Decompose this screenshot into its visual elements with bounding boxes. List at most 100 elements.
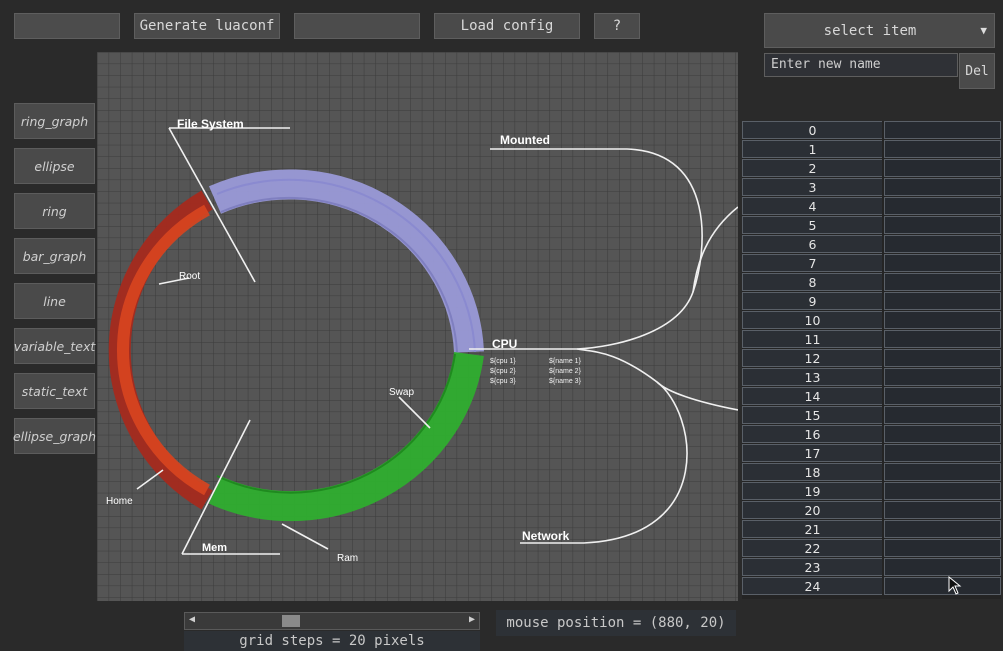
cpu-line-1: ${cpu 1} — [490, 358, 516, 365]
table-row-value[interactable] — [884, 425, 1001, 443]
table-row[interactable]: 16 — [742, 425, 1001, 444]
table-row-index: 21 — [742, 520, 882, 538]
canvas-scrollbar[interactable]: ◀ ▶ — [184, 612, 480, 630]
table-row-index: 20 — [742, 501, 882, 519]
bar-graph-button[interactable]: bar_graph — [14, 238, 95, 274]
table-row[interactable]: 10 — [742, 311, 1001, 330]
ring-graph-button[interactable]: ring_graph — [14, 103, 95, 139]
table-row-value[interactable] — [884, 178, 1001, 196]
mouse-position-label: mouse position = (880, 20) — [496, 610, 736, 636]
table-row-value[interactable] — [884, 577, 1001, 595]
net-line-1: ${name 1} — [549, 358, 582, 365]
cpu-line-2: ${cpu 2} — [490, 368, 516, 375]
table-row[interactable]: 9 — [742, 292, 1001, 311]
new-name-placeholder: Enter new name — [771, 57, 881, 72]
table-row-value[interactable] — [884, 501, 1001, 519]
scroll-right-icon[interactable]: ▶ — [469, 614, 475, 625]
table-row[interactable]: 23 — [742, 558, 1001, 577]
table-row[interactable]: 8 — [742, 273, 1001, 292]
label-mem: Mem — [202, 542, 227, 554]
static-text-button[interactable]: static_text — [14, 373, 95, 409]
table-row[interactable]: 24 — [742, 577, 1001, 596]
table-row[interactable]: 14 — [742, 387, 1001, 406]
table-row-index: 23 — [742, 558, 882, 576]
item-select-dropdown[interactable]: select item ▼ — [764, 13, 995, 48]
table-row-value[interactable] — [884, 140, 1001, 158]
grid-steps-label: grid steps = 20 pixels — [184, 631, 480, 651]
table-row[interactable]: 13 — [742, 368, 1001, 387]
table-row[interactable]: 12 — [742, 349, 1001, 368]
line-button[interactable]: line — [14, 283, 95, 319]
ring-button[interactable]: ring — [14, 193, 95, 229]
config-name-input[interactable] — [14, 13, 120, 39]
delete-button[interactable]: Del — [959, 53, 995, 89]
label-mounted: Mounted — [500, 133, 550, 147]
config-path-input[interactable] — [294, 13, 420, 39]
load-config-button[interactable]: Load config — [434, 13, 580, 39]
generate-luaconf-button[interactable]: Generate luaconf — [134, 13, 280, 39]
table-row-value[interactable] — [884, 330, 1001, 348]
item-select-value: select item — [823, 22, 917, 39]
table-row-value[interactable] — [884, 273, 1001, 291]
table-row-index: 10 — [742, 311, 882, 329]
table-row[interactable]: 15 — [742, 406, 1001, 425]
table-row-value[interactable] — [884, 235, 1001, 253]
table-row-value[interactable] — [884, 444, 1001, 462]
table-row-value[interactable] — [884, 406, 1001, 424]
table-row[interactable]: 21 — [742, 520, 1001, 539]
table-row-value[interactable] — [884, 254, 1001, 272]
table-row[interactable]: 11 — [742, 330, 1001, 349]
table-row-index: 17 — [742, 444, 882, 462]
table-row-index: 7 — [742, 254, 882, 272]
table-row[interactable]: 19 — [742, 482, 1001, 501]
table-row[interactable]: 5 — [742, 216, 1001, 235]
table-row-index: 9 — [742, 292, 882, 310]
table-row-value[interactable] — [884, 349, 1001, 367]
chevron-down-icon: ▼ — [980, 24, 987, 37]
scroll-left-icon[interactable]: ◀ — [189, 614, 195, 625]
table-row[interactable]: 4 — [742, 197, 1001, 216]
table-row-index: 8 — [742, 273, 882, 291]
table-row[interactable]: 3 — [742, 178, 1001, 197]
table-row-value[interactable] — [884, 311, 1001, 329]
table-row-index: 11 — [742, 330, 882, 348]
cpu-line-3: ${cpu 3} — [490, 378, 516, 385]
table-row-value[interactable] — [884, 159, 1001, 177]
scroll-thumb[interactable] — [282, 615, 300, 627]
table-row-value[interactable] — [884, 197, 1001, 215]
table-row-value[interactable] — [884, 520, 1001, 538]
net-line-2: ${name 2} — [549, 368, 582, 375]
table-row-value[interactable] — [884, 539, 1001, 557]
design-canvas[interactable]: File System Mounted CPU Network Mem Root… — [97, 52, 739, 601]
table-row-value[interactable] — [884, 216, 1001, 234]
table-row-index: 16 — [742, 425, 882, 443]
table-row[interactable]: 18 — [742, 463, 1001, 482]
table-row[interactable]: 20 — [742, 501, 1001, 520]
variable-text-button[interactable]: variable_text — [14, 328, 95, 364]
properties-table[interactable]: 0 1 2 3 4 5 6 7 8 9 10 11 12 13 14 15 16 17 18 19 20 21 22 23 24 — [742, 121, 1001, 599]
table-row-value[interactable] — [884, 482, 1001, 500]
ellipse-button[interactable]: ellipse — [14, 148, 95, 184]
table-row-value[interactable] — [884, 121, 1001, 139]
table-row[interactable]: 7 — [742, 254, 1001, 273]
new-name-input[interactable]: Enter new name — [764, 53, 958, 77]
help-button[interactable]: ? — [594, 13, 640, 39]
table-row[interactable]: 1 — [742, 140, 1001, 159]
canvas-grid — [97, 52, 738, 601]
label-root: Root — [179, 271, 200, 282]
table-row-value[interactable] — [884, 368, 1001, 386]
table-row[interactable]: 17 — [742, 444, 1001, 463]
table-row-value[interactable] — [884, 558, 1001, 576]
table-row-value[interactable] — [884, 463, 1001, 481]
table-row[interactable]: 6 — [742, 235, 1001, 254]
table-row-index: 5 — [742, 216, 882, 234]
table-row[interactable]: 22 — [742, 539, 1001, 558]
table-row-value[interactable] — [884, 292, 1001, 310]
table-row[interactable]: 2 — [742, 159, 1001, 178]
ellipse-graph-button[interactable]: ellipse_graph — [13, 418, 96, 454]
label-file-system: File System — [177, 117, 244, 131]
table-row-value[interactable] — [884, 387, 1001, 405]
table-row[interactable]: 0 — [742, 121, 1001, 140]
table-row-index: 22 — [742, 539, 882, 557]
table-row-index: 18 — [742, 463, 882, 481]
